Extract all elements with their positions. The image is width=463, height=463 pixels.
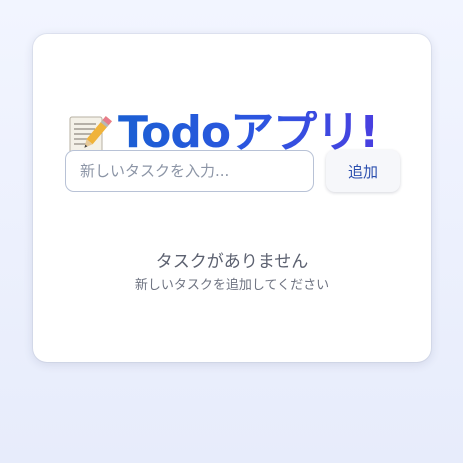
app-title: Todoアプリ! xyxy=(118,107,379,158)
empty-state-title: タスクがありません xyxy=(155,252,309,272)
todo-card: Todoアプリ! 追加 タスクがありません 新しいタスクを追加してください xyxy=(33,34,431,362)
add-task-form: 追加 xyxy=(65,150,400,192)
task-input[interactable] xyxy=(65,150,314,192)
add-button[interactable]: 追加 xyxy=(326,150,400,192)
empty-state: タスクがありません 新しいタスクを追加してください xyxy=(33,250,431,296)
empty-state-subtitle: 新しいタスクを追加してください xyxy=(134,278,330,293)
